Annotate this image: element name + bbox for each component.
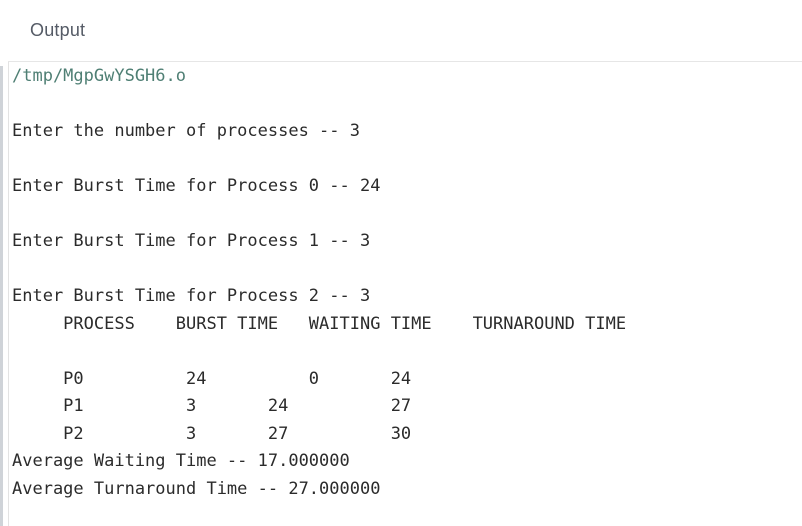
console-output: /tmp/MgpGwYSGH6.o Enter the number of pr…: [12, 0, 792, 526]
output-line-prompt-count: Enter the number of processes -- 3: [12, 121, 360, 141]
output-line-burst-2: Enter Burst Time for Process 2 -- 3: [12, 286, 371, 306]
output-line-burst-0: Enter Burst Time for Process 0 -- 24: [12, 176, 381, 196]
left-accent-bar: [0, 66, 3, 526]
output-table-row-p1: P1 3 24 27: [12, 396, 412, 416]
output-avg-turnaround: Average Turnaround Time -- 27.000000: [12, 479, 381, 499]
output-avg-waiting: Average Waiting Time -- 17.000000: [12, 451, 350, 471]
output-table-header: PROCESS BURST TIME WAITING TIME TURNAROU…: [12, 314, 627, 334]
output-line-burst-1: Enter Burst Time for Process 1 -- 3: [12, 231, 371, 251]
output-table-row-p2: P2 3 27 30: [12, 424, 412, 444]
output-line-path: /tmp/MgpGwYSGH6.o: [12, 66, 186, 86]
output-table-row-p0: P0 24 0 24: [12, 369, 412, 389]
